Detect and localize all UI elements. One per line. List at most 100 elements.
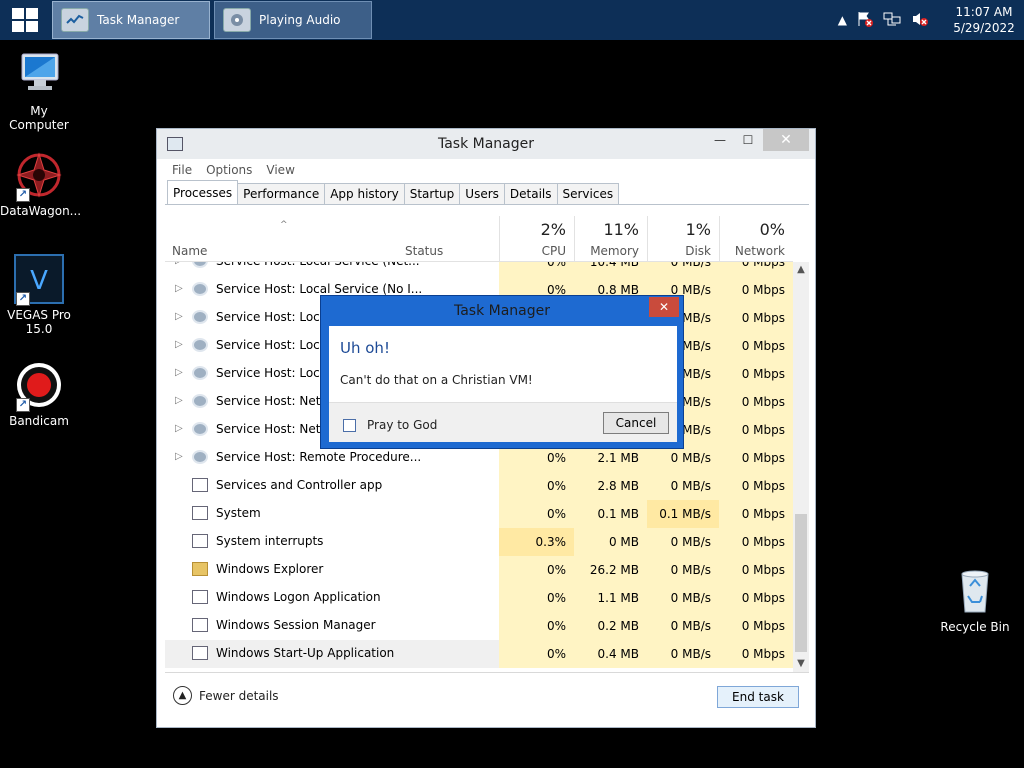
process-network-cell: 0 Mbps	[719, 332, 793, 360]
process-name: Windows Logon Application	[216, 590, 381, 604]
clock[interactable]: 11:07 AM 5/29/2022	[944, 4, 1024, 36]
menu-file[interactable]: File	[172, 163, 192, 177]
process-row[interactable]: Windows Start-Up Application 0% 0.4 MB 0 MB…	[165, 640, 793, 668]
column-headers: ^ Name Status 2% CPU 11% Memory 1% Disk …	[165, 216, 793, 262]
clock-date: 5/29/2022	[953, 21, 1015, 35]
folder-icon	[192, 562, 208, 576]
column-header-network[interactable]: 0% Network	[719, 216, 793, 262]
memory-total: 11%	[603, 220, 639, 239]
chevron-up-icon[interactable]: ▲	[838, 13, 847, 27]
process-network-cell: 0 Mbps	[719, 528, 793, 556]
process-cpu-cell: 0%	[499, 472, 574, 500]
process-network-cell: 0 Mbps	[719, 584, 793, 612]
expand-arrow-icon[interactable]: ▷	[175, 283, 183, 294]
process-name: System	[216, 506, 261, 520]
dialog-title[interactable]: Task Manager	[321, 296, 683, 326]
tab-services[interactable]: Services	[556, 183, 620, 204]
menu-options[interactable]: Options	[206, 163, 252, 177]
column-header-status[interactable]: Status	[405, 216, 505, 262]
scroll-thumb[interactable]	[795, 514, 807, 652]
expand-arrow-icon[interactable]: ▷	[175, 339, 183, 350]
process-memory-cell: 0.2 MB	[574, 612, 647, 640]
process-network-cell: 0 Mbps	[719, 556, 793, 584]
tab-startup[interactable]: Startup	[403, 183, 461, 204]
bandicam-icon: ↗	[14, 360, 64, 412]
expand-arrow-icon[interactable]: ▷	[175, 395, 183, 406]
shortcut-arrow-icon: ↗	[16, 398, 30, 412]
column-header-disk[interactable]: 1% Disk	[647, 216, 719, 262]
desktop-icon-datawagon[interactable]: ↗ DataWagon...	[0, 150, 81, 218]
column-header-cpu[interactable]: 2% CPU	[499, 216, 574, 262]
tab-processes[interactable]: Processes	[167, 180, 239, 204]
vertical-scrollbar[interactable]: ▲ ▼	[793, 262, 809, 672]
tab-app-history[interactable]: App history	[324, 183, 405, 204]
desktop-icon-bandicam[interactable]: ↗ Bandicam	[0, 360, 78, 428]
service-icon	[192, 450, 208, 464]
window-title: Task Manager	[437, 136, 535, 152]
column-header-memory[interactable]: 11% Memory	[574, 216, 647, 262]
process-disk-cell: 0.1 MB/s	[647, 500, 719, 528]
desktop-icon-vegas-pro[interactable]: V ↗ VEGAS Pro 15.0	[0, 254, 78, 336]
menu-view[interactable]: View	[266, 163, 294, 177]
process-network-cell: 0 Mbps	[719, 360, 793, 388]
process-row[interactable]: System 0% 0.1 MB 0.1 MB/s 0 Mbps	[165, 500, 793, 528]
maximize-button[interactable]: ☐	[733, 129, 763, 151]
network-icon[interactable]	[883, 11, 901, 30]
scroll-down-icon[interactable]: ▼	[793, 656, 809, 672]
minimize-button[interactable]: —	[705, 129, 735, 151]
dialog-close-button[interactable]: ✕	[649, 297, 679, 317]
datawagon-icon: ↗	[14, 150, 64, 202]
process-cpu-cell: 0%	[499, 612, 574, 640]
desktop-icon-recycle-bin[interactable]: Recycle Bin	[936, 566, 1014, 634]
expand-arrow-icon[interactable]: ▷	[175, 311, 183, 322]
service-icon	[192, 262, 208, 268]
dialog-heading: Uh oh!	[340, 339, 390, 357]
fewer-details-button[interactable]: ▲ Fewer details	[173, 686, 279, 705]
cancel-button[interactable]: Cancel	[603, 412, 669, 434]
scroll-up-icon[interactable]: ▲	[793, 262, 809, 278]
taskbar-app-task-manager[interactable]: Task Manager	[52, 1, 210, 39]
process-row[interactable]: Windows Session Manager 0% 0.2 MB 0 MB/s 0 M…	[165, 612, 793, 640]
app-icon	[192, 646, 208, 660]
tab-strip: Processes Performance App history Startu…	[165, 180, 809, 205]
svg-text:V: V	[30, 266, 48, 296]
dialog-footer: Pray to God Cancel	[329, 402, 677, 442]
process-row[interactable]: Services and Controller app 0% 2.8 MB 0 MB/…	[165, 472, 793, 500]
volume-muted-icon[interactable]	[911, 11, 929, 30]
start-button[interactable]	[0, 0, 50, 40]
expand-arrow-icon[interactable]: ▷	[175, 367, 183, 378]
process-network-cell: 0 Mbps	[719, 612, 793, 640]
process-name: Windows Start-Up Application	[216, 646, 395, 660]
process-memory-cell: 10.4 MB	[574, 262, 647, 276]
process-cpu-cell: 0%	[499, 556, 574, 584]
process-row[interactable]: System interrupts 0.3% 0 MB 0 MB/s 0 Mbps	[165, 528, 793, 556]
process-cpu-cell: 0%	[499, 262, 574, 276]
sort-caret-icon: ^	[280, 220, 288, 230]
process-network-cell: 0 Mbps	[719, 304, 793, 332]
tab-users[interactable]: Users	[459, 183, 505, 204]
dialog-message: Can't do that on a Christian VM!	[340, 373, 533, 387]
process-row[interactable]: Windows Logon Application 0% 1.1 MB 0 MB/s 0…	[165, 584, 793, 612]
task-manager-icon	[61, 8, 89, 32]
process-network-cell: 0 Mbps	[719, 388, 793, 416]
pray-checkbox[interactable]	[343, 419, 356, 432]
end-task-button[interactable]: End task	[717, 686, 799, 708]
expand-arrow-icon[interactable]: ▷	[175, 262, 183, 266]
tab-details[interactable]: Details	[503, 183, 558, 204]
taskbar-app-playing-audio[interactable]: Playing Audio	[214, 1, 372, 39]
task-manager-icon	[167, 137, 183, 151]
column-header-name[interactable]: ^ Name	[172, 216, 402, 262]
process-row[interactable]: Windows Explorer 0% 26.2 MB 0 MB/s 0 Mbps	[165, 556, 793, 584]
desktop-icon-my-computer[interactable]: My Computer	[0, 50, 78, 132]
expand-arrow-icon[interactable]: ▷	[175, 451, 183, 462]
pray-checkbox-label[interactable]: Pray to God	[367, 418, 437, 432]
process-row[interactable]: ▷ Service Host: Local Service (Net... 0%10…	[165, 262, 793, 276]
taskbar-app-label: Playing Audio	[259, 13, 341, 27]
tab-performance[interactable]: Performance	[237, 183, 326, 204]
close-button[interactable]: ✕	[763, 129, 809, 151]
menubar: File Options View	[165, 159, 809, 181]
process-cpu-cell: 0.3%	[499, 528, 574, 556]
taskbar-app-label: Task Manager	[97, 13, 180, 27]
flag-icon[interactable]	[857, 11, 873, 30]
expand-arrow-icon[interactable]: ▷	[175, 423, 183, 434]
